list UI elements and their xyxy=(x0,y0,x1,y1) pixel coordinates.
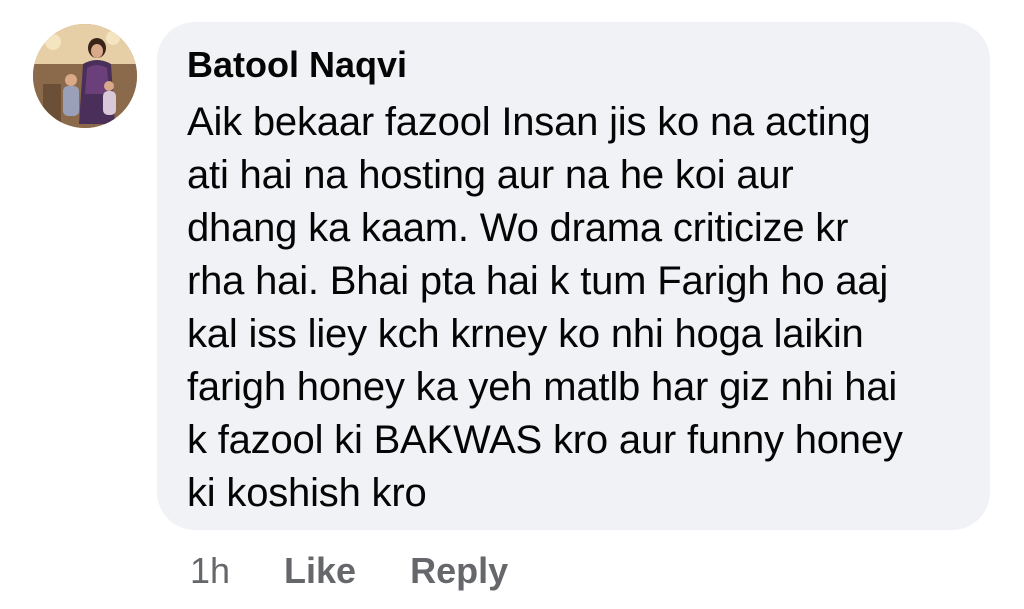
comment-timestamp[interactable]: 1h xyxy=(190,550,230,592)
comment-text-line: Aik bekaar fazool Insan jis ko na acting xyxy=(187,100,871,144)
comment-text-line: rha hai. Bhai pta hai k tum Farigh ho aa… xyxy=(187,259,889,303)
comment: Batool Naqvi Aik bekaar fazool Insan jis… xyxy=(0,0,1024,609)
comment-text-line: farigh honey ka yeh matlb har giz nhi ha… xyxy=(187,365,898,409)
comment-text-line: ati hai na hosting aur na he koi aur xyxy=(187,153,794,197)
comment-text-line: k fazool ki BAKWAS kro aur funny honey xyxy=(187,418,903,462)
comment-text-line: kal iss liey kch krney ko nhi hoga laiki… xyxy=(187,312,864,356)
avatar[interactable] xyxy=(33,24,137,128)
avatar-photo xyxy=(33,24,137,128)
like-button[interactable]: Like xyxy=(284,550,356,592)
comment-text-line: dhang ka kaam. Wo drama criticize kr xyxy=(187,206,849,250)
comment-text: Aik bekaar fazool Insan jis ko na acting… xyxy=(187,96,977,520)
comment-text-line: ki koshish kro xyxy=(187,471,427,515)
reply-button[interactable]: Reply xyxy=(410,550,508,592)
comment-actions: 1h Like Reply xyxy=(190,548,508,594)
comment-author[interactable]: Batool Naqvi xyxy=(187,42,407,88)
comment-bubble: Batool Naqvi Aik bekaar fazool Insan jis… xyxy=(157,22,990,530)
